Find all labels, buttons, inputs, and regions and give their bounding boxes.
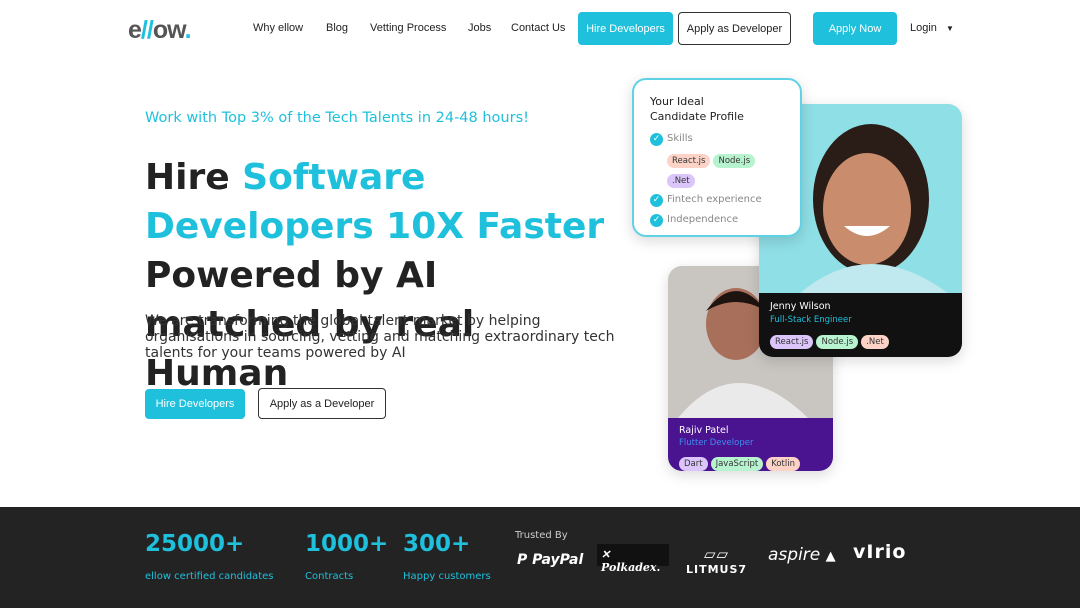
top-nav: e//ow. Why ellow Blog Vetting Process Jo… bbox=[0, 12, 1080, 45]
nav-why-ellow[interactable]: Why ellow bbox=[253, 22, 303, 34]
virio-logo: vIrio bbox=[853, 541, 907, 563]
skill-tag: Node.js bbox=[713, 154, 756, 168]
stats-footer: 25000+ ellow certified candidates 1000+ Co… bbox=[0, 507, 1080, 608]
headline-part: Hire bbox=[145, 157, 243, 198]
skill-tag: Dart bbox=[679, 457, 708, 471]
login-label: Login bbox=[910, 22, 937, 34]
skill-tag: React.js bbox=[770, 335, 814, 349]
profile-item-label: Skills bbox=[667, 133, 693, 144]
nav-vetting-process[interactable]: Vetting Process bbox=[370, 22, 446, 34]
nav-contact-us[interactable]: Contact Us bbox=[511, 22, 565, 34]
litmus7-logo: ▱▱ LITMUS7 bbox=[686, 545, 747, 576]
jenny-name: Jenny Wilson bbox=[770, 301, 831, 312]
check-icon: ✓ bbox=[650, 194, 663, 207]
apply-now-button[interactable]: Apply Now bbox=[813, 12, 897, 45]
nav-blog[interactable]: Blog bbox=[326, 22, 348, 34]
profile-title: Your Ideal Candidate Profile bbox=[650, 95, 744, 123]
skill-tag: .Net bbox=[861, 335, 889, 349]
stat-number: 1000+ bbox=[305, 531, 389, 557]
apply-as-developer-button[interactable]: Apply as a Developer bbox=[258, 388, 386, 419]
paypal-icon: P bbox=[517, 552, 533, 568]
brand-name: PayPal bbox=[532, 552, 584, 568]
login-menu[interactable]: Login ▼ bbox=[910, 22, 954, 34]
nav-hire-developers-button[interactable]: Hire Developers bbox=[578, 12, 673, 45]
brand-name: LITMUS7 bbox=[686, 563, 748, 576]
stat-label: Contracts bbox=[305, 571, 354, 582]
stat-number: 25000+ bbox=[145, 531, 245, 557]
trusted-by-label: Trusted By bbox=[515, 530, 568, 541]
litmus-icon: ▱▱ bbox=[703, 545, 730, 563]
jenny-role: Full-Stack Engineer bbox=[770, 315, 852, 325]
skill-tag: JavaScript bbox=[710, 457, 764, 471]
brand-name: Polkadex. bbox=[601, 561, 661, 574]
hero-tagline: Work with Top 3% of the Tech Talents in … bbox=[145, 110, 529, 126]
paypal-logo: P PayPal bbox=[517, 552, 583, 568]
stat-number: 300+ bbox=[403, 531, 471, 557]
polkadex-logo: ✕ Polkadex. bbox=[597, 544, 669, 574]
rajiv-role: Flutter Developer bbox=[679, 438, 754, 448]
nav-apply-as-developer-button[interactable]: Apply as Developer bbox=[678, 12, 791, 45]
profile-item: ✓ Independence bbox=[650, 214, 784, 227]
skill-tag: .Net bbox=[667, 174, 695, 188]
skill-tag: Kotlin bbox=[766, 457, 800, 471]
profile-item-label: Independence bbox=[667, 214, 739, 225]
hero-subtitle: We are transforming the global talent ma… bbox=[145, 313, 615, 361]
stat-label: Happy customers bbox=[403, 571, 491, 582]
hire-developers-button[interactable]: Hire Developers bbox=[145, 389, 245, 419]
skill-tag: Node.js bbox=[816, 335, 859, 349]
check-icon: ✓ bbox=[650, 133, 663, 146]
aspire-logo: aspire ▲ bbox=[768, 545, 836, 565]
ideal-profile-card: Your Ideal Candidate Profile ✓ Skills Rea… bbox=[632, 78, 802, 237]
profile-item: ✓ Fintech experience bbox=[650, 194, 784, 207]
nav-jobs[interactable]: Jobs bbox=[468, 22, 491, 34]
rajiv-name: Rajiv Patel bbox=[679, 425, 729, 436]
stat-contracts: 1000+ Contracts bbox=[305, 531, 388, 582]
stat-label: ellow certified candidates bbox=[145, 571, 274, 582]
profile-item: ✓ Skills bbox=[650, 133, 784, 146]
brand-name: aspire bbox=[768, 545, 821, 565]
aspire-icon: ▲ bbox=[825, 549, 836, 564]
hero-headline: Hire Software Developers 10X Faster Powe… bbox=[145, 153, 625, 398]
profile-item-label: Fintech experience bbox=[667, 194, 762, 205]
skill-tag: React.js bbox=[667, 154, 711, 168]
chevron-down-icon: ▼ bbox=[945, 24, 954, 33]
stat-customers: 300+ Happy customers bbox=[403, 531, 491, 582]
check-icon: ✓ bbox=[650, 214, 663, 227]
ellow-logo[interactable]: e//ow. bbox=[128, 16, 192, 45]
stat-candidates: 25000+ ellow certified candidates bbox=[145, 531, 273, 582]
